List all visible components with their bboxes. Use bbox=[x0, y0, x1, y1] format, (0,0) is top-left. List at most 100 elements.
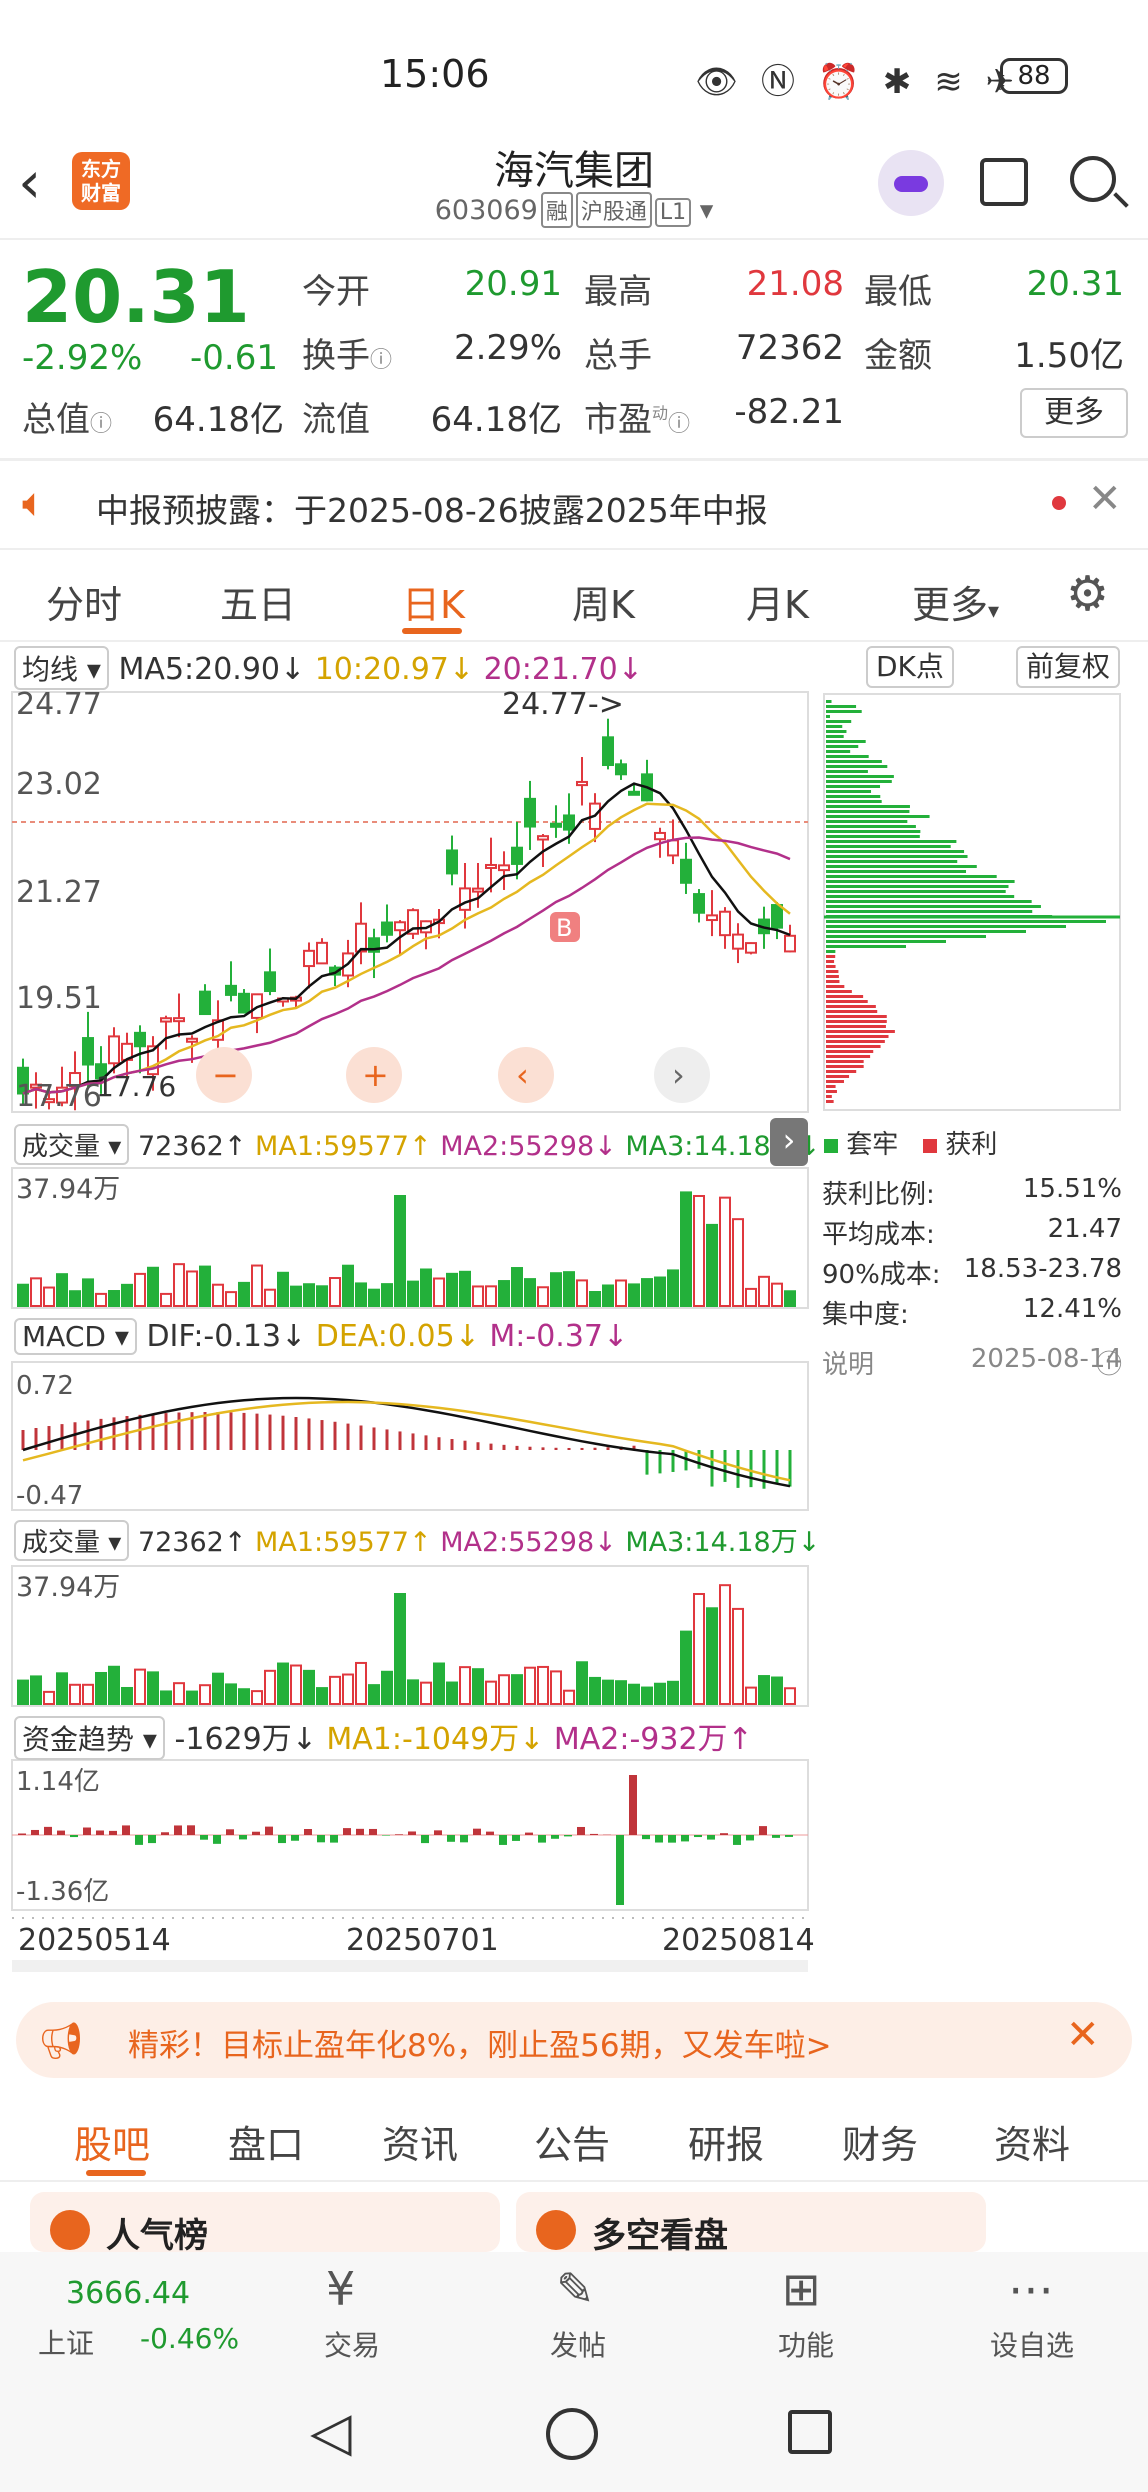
period-tabs: 分时 五日 日K 周K 月K 更多▾ ⚙ bbox=[0, 560, 1148, 640]
trade-icon[interactable]: ¥ bbox=[326, 2262, 355, 2316]
flow-bar bbox=[408, 1831, 416, 1835]
chevron-down-icon[interactable]: ▾ bbox=[700, 195, 714, 226]
tab-orderbook[interactable]: 盘口 bbox=[228, 2114, 304, 2169]
mktcap-label[interactable]: 总值ⓘ bbox=[22, 392, 112, 441]
grid-icon[interactable]: ⊞ bbox=[782, 2262, 821, 2316]
volume-bar bbox=[212, 1283, 224, 1308]
macd-min-label: -0.47 bbox=[16, 1481, 83, 1511]
fund-flow-selector[interactable]: 资金趋势 ▾ bbox=[14, 1716, 165, 1760]
high-label: 最高 bbox=[584, 272, 652, 312]
volume-bar bbox=[407, 1280, 419, 1308]
more-quote-button[interactable]: 更多 bbox=[1020, 388, 1128, 438]
tab-intraday[interactable]: 分时 bbox=[46, 574, 122, 629]
back-triangle-icon[interactable]: ◁ bbox=[310, 2400, 352, 2463]
volume-bar bbox=[147, 1266, 159, 1307]
volume-bar bbox=[524, 1278, 536, 1307]
status-icons: 👁 Ⓝ ⏰ ✱ ≋ ✈ bbox=[695, 62, 1021, 102]
chip-note-row: 说明 ⓘ 2025-08-14 bbox=[822, 1344, 1122, 1380]
info-icon[interactable]: ⓘ bbox=[370, 348, 392, 373]
chip-bar bbox=[826, 1095, 832, 1098]
flow-bar bbox=[434, 1830, 442, 1835]
nav-trade[interactable]: 交易 bbox=[302, 2324, 402, 2364]
chip-note[interactable]: 说明 ⓘ bbox=[822, 1350, 1122, 1380]
tab-five-day[interactable]: 五日 bbox=[220, 574, 296, 629]
volume-bar bbox=[524, 1666, 536, 1705]
turnover-label[interactable]: 换手ⓘ bbox=[302, 328, 392, 377]
flow-bar bbox=[96, 1830, 104, 1835]
expand-panel-button[interactable]: › bbox=[770, 1118, 808, 1166]
info-icon[interactable]: ⓘ bbox=[90, 412, 112, 437]
volume-bar bbox=[511, 1674, 523, 1705]
low-marker: 17.76 bbox=[96, 1070, 176, 1103]
flow-bar bbox=[109, 1830, 117, 1835]
info-icon[interactable]: ⓘ bbox=[668, 412, 690, 437]
nav-add-watch[interactable]: 设自选 bbox=[982, 2324, 1082, 2364]
chip-bar bbox=[826, 720, 852, 723]
more-dots-icon[interactable]: ⋯ bbox=[1008, 2262, 1054, 2316]
tab-news[interactable]: 资讯 bbox=[382, 2114, 458, 2169]
tab-financials[interactable]: 财务 bbox=[842, 2114, 918, 2169]
volume-bar bbox=[576, 1279, 588, 1308]
assistant-avatar-icon[interactable] bbox=[878, 150, 944, 216]
nav-post[interactable]: 发帖 bbox=[528, 2324, 628, 2364]
settings-gear-icon[interactable]: ⚙ bbox=[1066, 566, 1109, 622]
candle-body bbox=[667, 839, 679, 857]
volume-bar bbox=[745, 1287, 757, 1308]
pe-label[interactable]: 市盈动ⓘ bbox=[584, 392, 690, 441]
chip-stats: 获利比例: 15.51% 平均成本: 21.47 90%成本: 18.53-23.78… bbox=[822, 1174, 1122, 1384]
volume-bar bbox=[433, 1277, 445, 1307]
share-icon[interactable] bbox=[980, 158, 1028, 206]
stock-code-line[interactable]: 603069 融沪股通 L1 ▾ bbox=[0, 192, 1148, 228]
dk-point-button[interactable]: DK点 bbox=[866, 646, 954, 688]
tab-weekly-k[interactable]: 周K bbox=[572, 574, 635, 629]
volume-bar bbox=[355, 1661, 367, 1705]
candle-body bbox=[563, 814, 575, 831]
index-value[interactable]: 3666.44 bbox=[66, 2276, 190, 2311]
index-name[interactable]: 上证 bbox=[38, 2322, 94, 2362]
y-tick: 19.51 bbox=[16, 981, 102, 1016]
volume-bar bbox=[212, 1672, 224, 1705]
chip-bar bbox=[826, 1080, 844, 1083]
candle-body bbox=[680, 858, 692, 884]
volume-selector-2[interactable]: 成交量 ▾ bbox=[14, 1520, 130, 1561]
compose-icon[interactable]: ✎ bbox=[556, 2262, 595, 2316]
scroll-track[interactable] bbox=[12, 1960, 808, 1972]
home-circle-icon[interactable] bbox=[546, 2408, 598, 2460]
adjust-price-button[interactable]: 前复权 bbox=[1016, 646, 1121, 688]
volume-bar bbox=[316, 1687, 328, 1705]
index-change[interactable]: -0.46% bbox=[140, 2322, 239, 2355]
close-icon[interactable]: ✕ bbox=[1088, 476, 1122, 522]
search-icon[interactable] bbox=[1070, 156, 1116, 202]
promo-banner[interactable]: 📢︎ 精彩！目标止盈年化8%，刚止盈56期，又发车啦> ✕ bbox=[16, 2002, 1132, 2078]
volume-bar bbox=[82, 1683, 94, 1706]
candle-body bbox=[446, 849, 458, 875]
tab-monthly-k[interactable]: 月K bbox=[746, 574, 809, 629]
tab-more[interactable]: 更多▾ bbox=[912, 574, 999, 629]
nav-functions[interactable]: 功能 bbox=[756, 2324, 856, 2364]
close-icon[interactable]: ✕ bbox=[1066, 2012, 1100, 2058]
ma-selector[interactable]: 均线 ▾ bbox=[14, 646, 109, 690]
volume-bar bbox=[407, 1679, 419, 1705]
flow-bar bbox=[421, 1835, 429, 1844]
volume-selector[interactable]: 成交量 ▾ bbox=[14, 1124, 130, 1165]
tab-daily-k[interactable]: 日K bbox=[402, 574, 465, 629]
notice-bar[interactable]: 🔈︎ 中报预披露：于2025-08-26披露2025年中报 ✕ bbox=[0, 462, 1148, 548]
tab-announcements[interactable]: 公告 bbox=[534, 2114, 610, 2169]
volume-bar bbox=[537, 1286, 549, 1307]
tab-profile[interactable]: 资料 bbox=[994, 2114, 1070, 2169]
popularity-card[interactable]: 人气榜 bbox=[30, 2192, 500, 2256]
flow-bar bbox=[746, 1835, 754, 1841]
chip-bar bbox=[826, 750, 851, 753]
volume-bar bbox=[550, 1272, 562, 1308]
tab-research[interactable]: 研报 bbox=[688, 2114, 764, 2169]
recents-square-icon[interactable] bbox=[788, 2410, 832, 2454]
tab-forum[interactable]: 股吧 bbox=[74, 2114, 150, 2169]
bull-bear-card[interactable]: 多空看盘 bbox=[516, 2192, 986, 2256]
volume-bar bbox=[563, 1271, 575, 1307]
volume-bar bbox=[121, 1686, 133, 1705]
flow-bar bbox=[486, 1831, 494, 1835]
macd-selector[interactable]: MACD ▾ bbox=[14, 1318, 137, 1355]
chip-bar bbox=[826, 770, 868, 773]
volume-bar bbox=[589, 1676, 601, 1705]
volume-bar bbox=[368, 1684, 380, 1705]
